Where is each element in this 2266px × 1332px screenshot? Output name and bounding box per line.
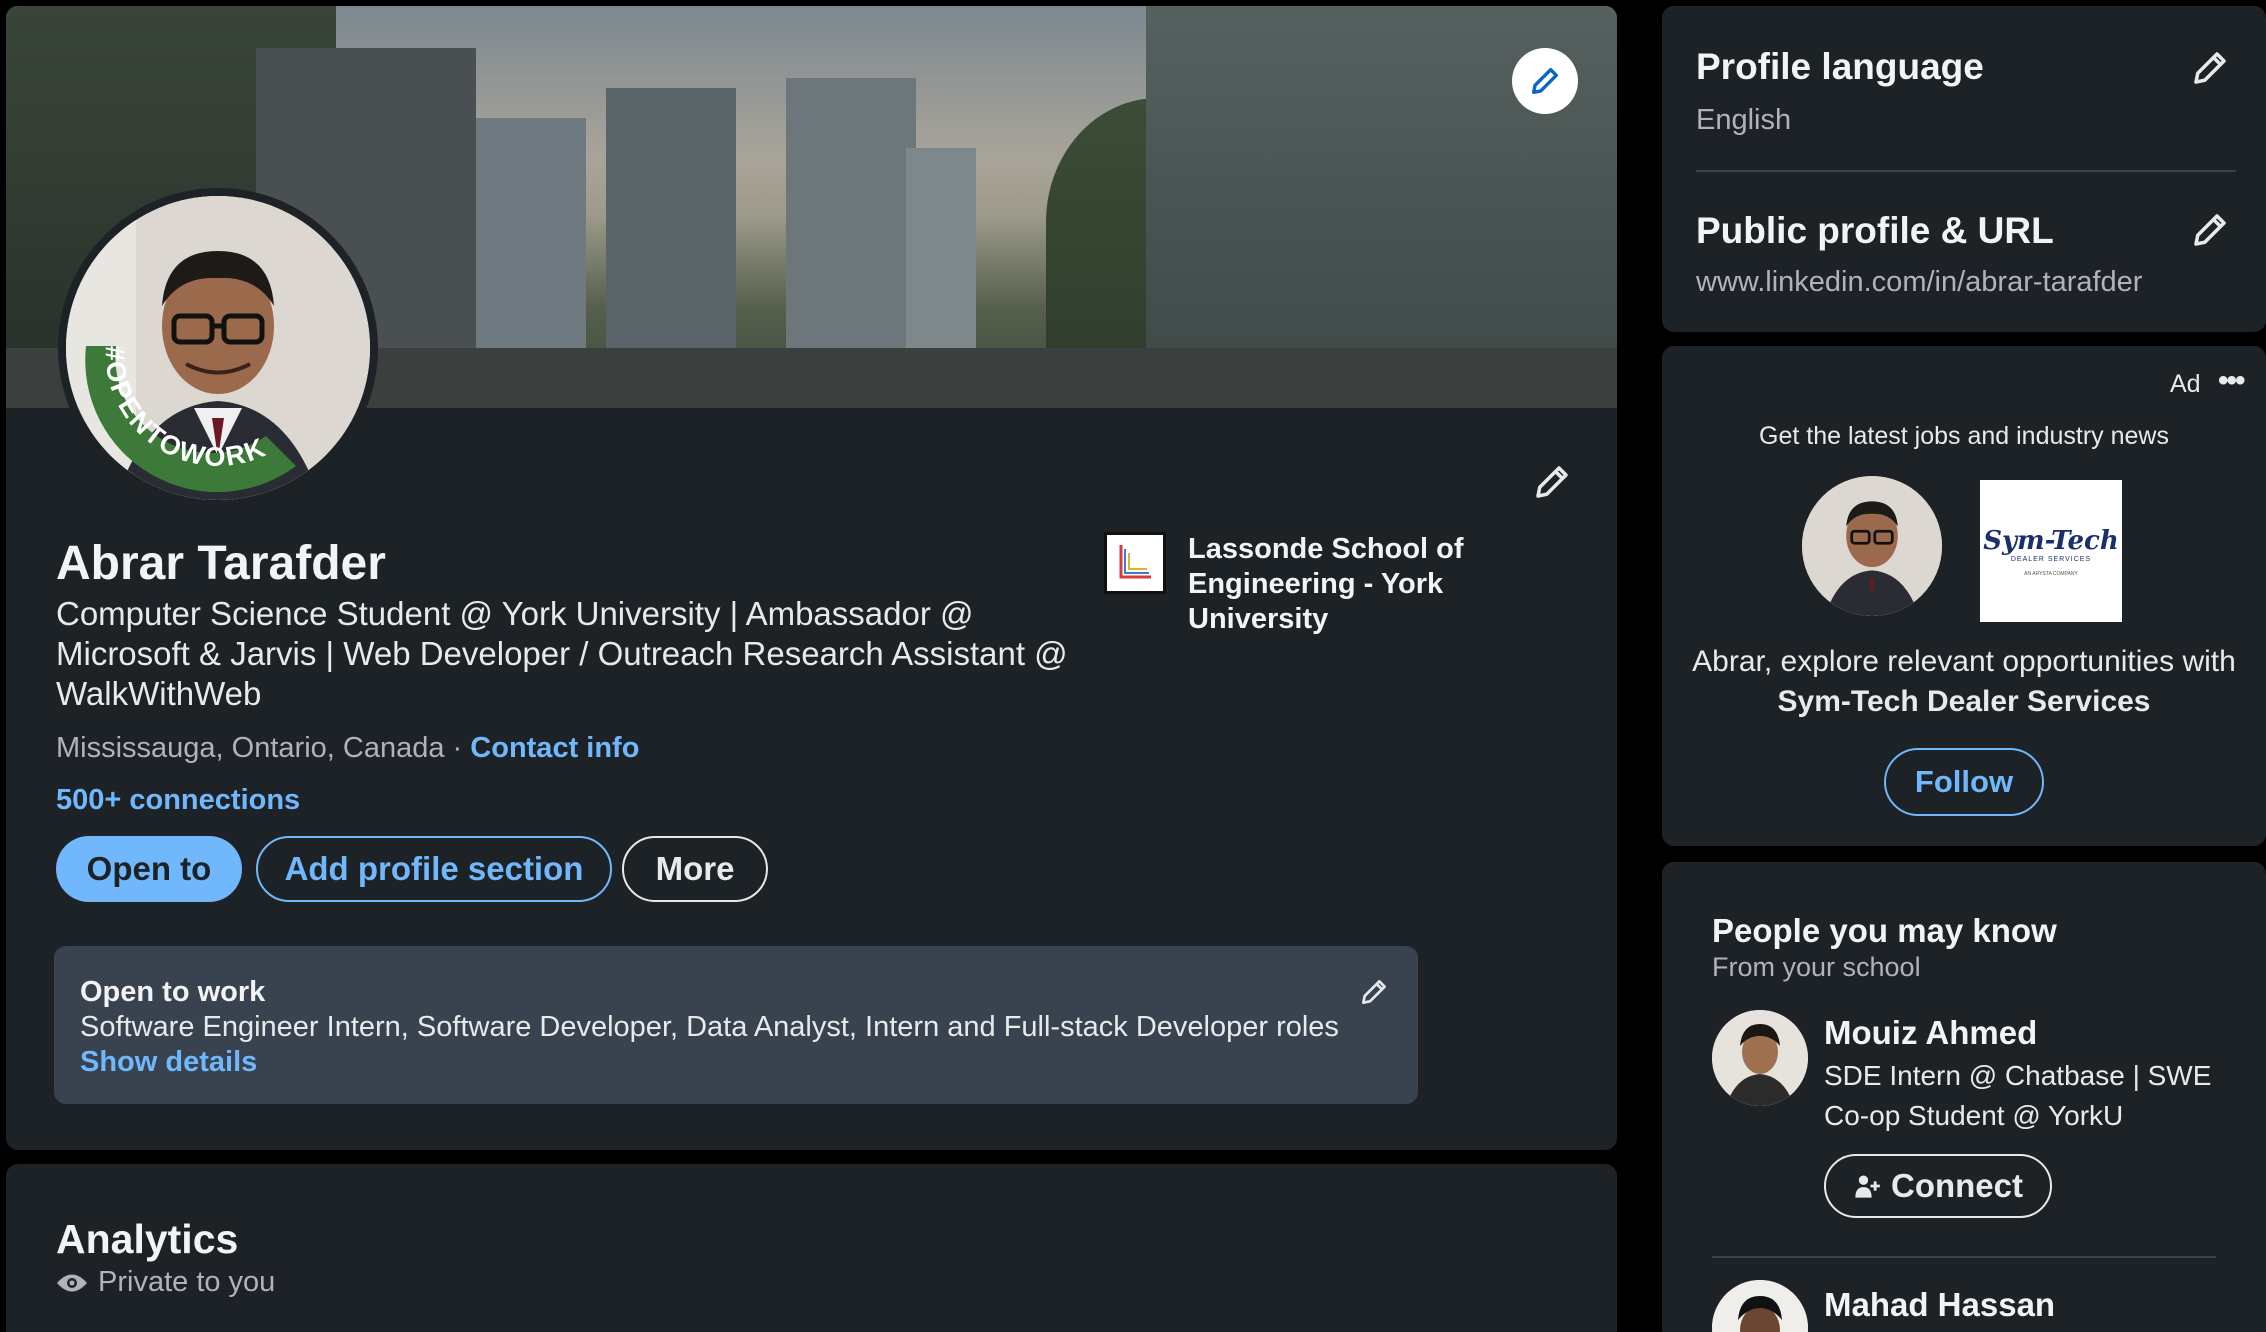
follow-button[interactable]: Follow bbox=[1884, 748, 2044, 816]
ad-company-name: Sym-Tech Dealer Services bbox=[1777, 685, 2151, 718]
profile-settings-card: Profile language English Public profile … bbox=[1662, 6, 2266, 332]
profile-language-title: Profile language bbox=[1696, 46, 1984, 87]
location-row: Mississauga, Ontario, Canada · Contact i… bbox=[56, 732, 639, 765]
analytics-privacy: Private to you bbox=[56, 1266, 275, 1299]
profile-photo[interactable]: #OPENTOWORK bbox=[58, 188, 378, 508]
ad-user-avatar bbox=[1802, 476, 1942, 616]
profile-headline: Computer Science Student @ York Universi… bbox=[56, 595, 1068, 712]
ad-tagline: Get the latest jobs and industry news bbox=[1759, 422, 2169, 450]
more-button[interactable]: More bbox=[622, 836, 768, 902]
ad-message-text: Abrar, explore relevant opportunities wi… bbox=[1692, 645, 2236, 678]
analytics-title: Analytics bbox=[56, 1216, 239, 1262]
person-name[interactable]: Mouiz Ahmed bbox=[1824, 1014, 2037, 1052]
pencil-icon bbox=[1531, 67, 1559, 95]
connect-button[interactable]: Connect bbox=[1824, 1154, 2052, 1218]
pymk-subtitle: From your school bbox=[1712, 952, 1921, 982]
open-to-work-card: Open to work Software Engineer Intern, S… bbox=[54, 946, 1418, 1104]
profile-language-value: English bbox=[1696, 104, 1792, 136]
profile-photo-image: #OPENTOWORK bbox=[66, 196, 370, 500]
public-profile-title: Public profile & URL bbox=[1696, 210, 2054, 251]
profile-name: Abrar Tarafder bbox=[56, 537, 386, 590]
connect-label: Connect bbox=[1891, 1167, 2023, 1204]
divider bbox=[1696, 170, 2236, 172]
logo-text: Sym-Tech bbox=[1983, 525, 2119, 556]
ad-card: Ad ••• Get the latest jobs and industry … bbox=[1662, 346, 2266, 846]
profile-intro-card: #OPENTOWORK Abrar Tarafder Computer Scie… bbox=[6, 6, 1617, 1150]
edit-cover-button[interactable] bbox=[1512, 48, 1578, 114]
open-to-button[interactable]: Open to bbox=[56, 836, 242, 902]
contact-info-link[interactable]: Contact info bbox=[470, 732, 639, 764]
school-name: Lassonde School of Engineering - York Un… bbox=[1188, 533, 1464, 635]
company-logo[interactable]: Sym-Tech DEALER SERVICES AN ARYSTA COMPA… bbox=[1980, 480, 2122, 622]
edit-intro-button[interactable] bbox=[1522, 452, 1582, 512]
person-avatar[interactable] bbox=[1712, 1010, 1808, 1106]
person-name[interactable]: Mahad Hassan bbox=[1824, 1286, 2055, 1324]
pymk-title: People you may know bbox=[1712, 912, 2057, 949]
ad-more-button[interactable]: ••• bbox=[2218, 364, 2245, 398]
ad-label: Ad bbox=[2170, 370, 2201, 398]
add-person-icon bbox=[1855, 1175, 1880, 1198]
school-logo bbox=[1104, 532, 1166, 594]
analytics-card: Analytics Private to you bbox=[6, 1164, 1617, 1332]
open-to-work-roles: Software Engineer Intern, Software Devel… bbox=[80, 1011, 1339, 1043]
show-details-link[interactable]: Show details bbox=[80, 1046, 257, 1079]
divider bbox=[1712, 1256, 2216, 1258]
connections-link[interactable]: 500+ connections bbox=[56, 784, 300, 817]
public-profile-url: www.linkedin.com/in/abrar-tarafder bbox=[1696, 266, 2143, 298]
pencil-icon bbox=[1362, 980, 1386, 1004]
separator: · bbox=[452, 732, 463, 764]
privacy-text: Private to you bbox=[98, 1266, 276, 1298]
ad-message: Abrar, explore relevant opportunities wi… bbox=[1662, 642, 2266, 722]
add-profile-section-button[interactable]: Add profile section bbox=[256, 836, 612, 902]
person-headline: SDE Intern @ Chatbase | SWE Co-op Studen… bbox=[1824, 1060, 2212, 1131]
pencil-icon bbox=[2194, 214, 2226, 246]
person-avatar[interactable] bbox=[1712, 1280, 1808, 1332]
people-you-may-know-card: People you may know From your school Mou… bbox=[1662, 862, 2266, 1332]
pencil-icon bbox=[1536, 466, 1568, 498]
edit-open-to-work-button[interactable] bbox=[1350, 968, 1398, 1016]
edit-url-button[interactable] bbox=[2182, 202, 2238, 258]
location-text: Mississauga, Ontario, Canada bbox=[56, 732, 445, 764]
education-entry[interactable]: Lassonde School of Engineering - York Un… bbox=[1104, 532, 1488, 637]
edit-language-button[interactable] bbox=[2182, 40, 2238, 96]
open-to-work-title: Open to work bbox=[80, 976, 266, 1008]
logo-subtext: DEALER SERVICES bbox=[2010, 555, 2092, 563]
eye-icon bbox=[57, 1274, 87, 1291]
logo-tagline: AN ARYSTA COMPANY bbox=[2024, 570, 2078, 577]
pencil-icon bbox=[2194, 52, 2226, 84]
